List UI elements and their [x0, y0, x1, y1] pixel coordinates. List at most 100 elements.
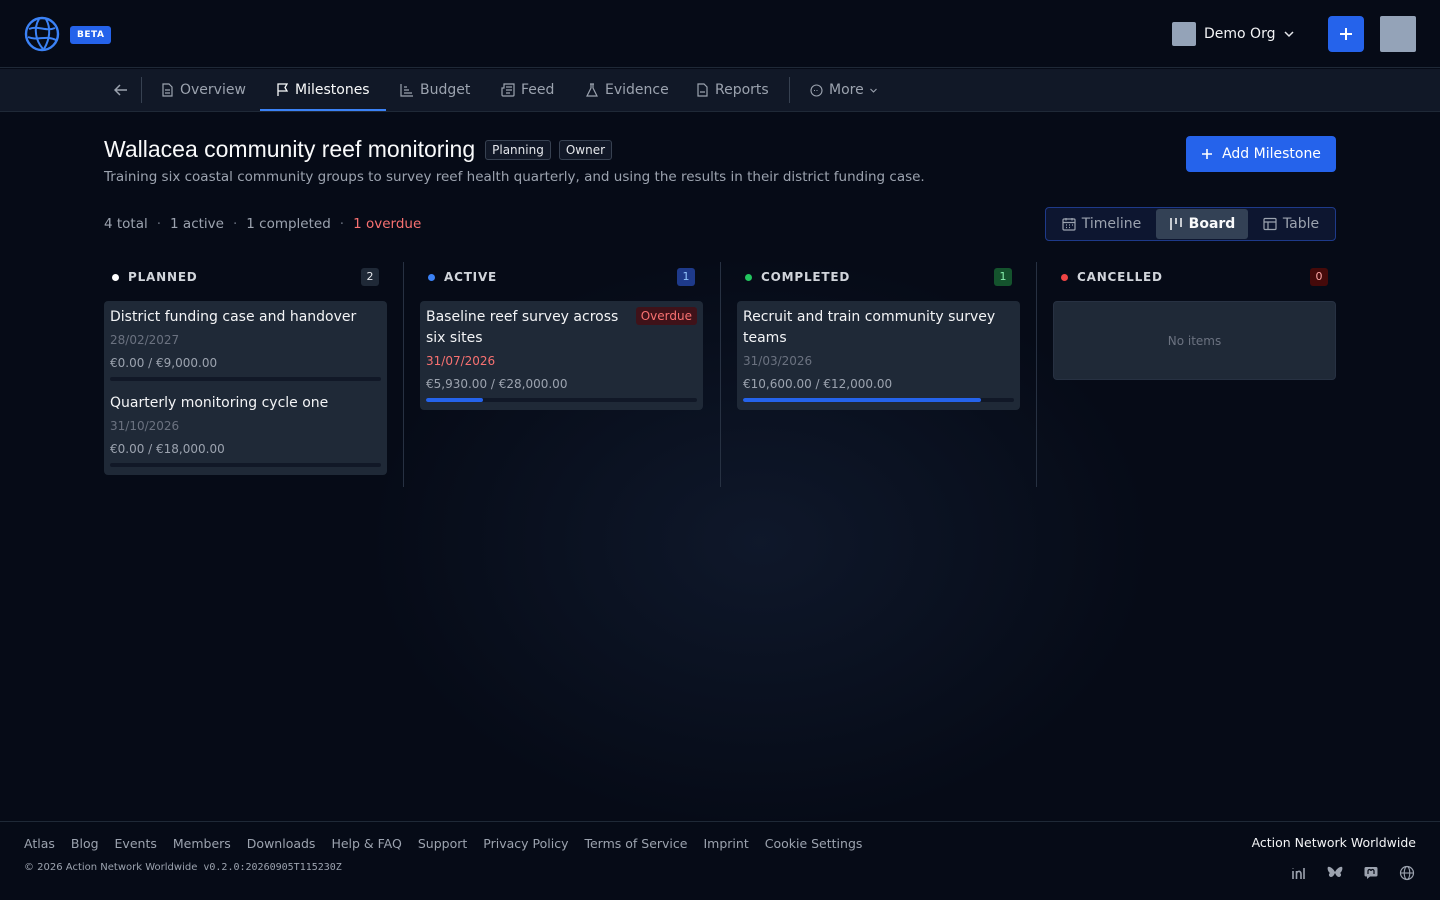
add-milestone-button[interactable]: Add Milestone: [1186, 136, 1336, 172]
tab-label: Overview: [180, 82, 246, 98]
column-title: ACTIVE: [444, 270, 498, 284]
footer-link-events[interactable]: Events: [115, 836, 157, 851]
plus-icon: [1340, 28, 1352, 40]
milestone-card[interactable]: Baseline reef survey across six sites Ov…: [420, 301, 703, 406]
column-count-badge: 1: [994, 268, 1012, 286]
org-switcher[interactable]: Demo Org: [1172, 22, 1295, 46]
column-count-badge: 0: [1310, 268, 1328, 286]
view-board-button[interactable]: Board: [1156, 209, 1248, 239]
column-body: Recruit and train community survey teams…: [737, 301, 1020, 410]
footer-link-atlas[interactable]: Atlas: [24, 836, 55, 851]
chevron-down-icon: [1284, 31, 1294, 38]
board-column-active: ACTIVE 1 Baseline reef survey across six…: [420, 262, 703, 410]
milestone-budget: €0.00 / €9,000.00: [110, 356, 218, 370]
milestone-card[interactable]: Quarterly monitoring cycle one 31/10/202…: [104, 385, 387, 471]
milestone-budget: €10,600.00 / €12,000.00: [743, 377, 893, 391]
tab-label: Reports: [715, 82, 769, 98]
org-avatar: [1172, 22, 1196, 46]
footer-link-support[interactable]: Support: [418, 836, 467, 851]
status-badge: Planning: [485, 139, 551, 160]
column-divider: [403, 262, 404, 487]
tab-reports[interactable]: Reports: [696, 69, 769, 111]
view-timeline-button[interactable]: Timeline: [1047, 209, 1156, 239]
copyright-text: © 2026 Action Network Worldwide: [24, 862, 198, 873]
footer-link-members[interactable]: Members: [173, 836, 231, 851]
tab-overview[interactable]: Overview: [161, 69, 246, 111]
linkedin-icon[interactable]: [1290, 864, 1308, 882]
milestone-title: Quarterly monitoring cycle one: [110, 395, 329, 411]
progress-fill: [743, 398, 982, 402]
version-string: v0.2.0:20260905T115230Z: [203, 862, 342, 873]
tab-label: Budget: [420, 82, 471, 98]
column-title: CANCELLED: [1077, 270, 1163, 284]
table-icon: [1263, 217, 1277, 231]
stat-total: 4 total: [104, 216, 148, 232]
progress-bar: [743, 398, 1014, 402]
board-column-planned: PLANNED 2 District funding case and hand…: [104, 262, 387, 475]
footer-link-downloads[interactable]: Downloads: [247, 836, 316, 851]
separator-dot: ·: [339, 216, 345, 232]
column-header: PLANNED 2: [104, 262, 387, 292]
newspaper-icon: [501, 83, 515, 97]
view-board-label: Board: [1188, 216, 1236, 232]
progress-bar: [110, 463, 381, 467]
milestone-title: Recruit and train community survey teams: [743, 309, 996, 346]
status-dot: [112, 273, 119, 281]
footer-link-terms[interactable]: Terms of Service: [584, 836, 687, 851]
flask-icon: [586, 83, 598, 97]
globe-icon[interactable]: [1398, 864, 1416, 882]
nav-divider: [789, 77, 790, 103]
milestone-title: District funding case and handover: [110, 309, 357, 325]
top-bar: BETA Demo Org: [0, 0, 1440, 68]
column-header: CANCELLED 0: [1053, 262, 1336, 292]
milestone-card[interactable]: District funding case and handover 28/02…: [104, 301, 387, 385]
column-divider: [720, 262, 721, 487]
progress-bar: [426, 398, 697, 402]
status-dot: [1061, 273, 1068, 281]
plus-icon: [1202, 149, 1213, 159]
footer-copyright: © 2026 Action Network Worldwide v0.2.0:20…: [24, 862, 342, 873]
org-name: Demo Org: [1204, 26, 1276, 42]
calendar-icon: [1062, 218, 1076, 231]
more-icon: [810, 83, 823, 97]
tab-label: Evidence: [605, 82, 669, 98]
column-body: District funding case and handover 28/02…: [104, 301, 387, 475]
column-divider: [1036, 262, 1037, 487]
milestone-date: 31/03/2026: [743, 354, 813, 368]
chevron-down-icon: [869, 88, 877, 93]
tab-label: More: [829, 82, 864, 98]
bluesky-icon[interactable]: [1326, 864, 1344, 882]
arrow-left-icon: [114, 84, 127, 96]
view-table-label: Table: [1282, 216, 1320, 232]
view-table-button[interactable]: Table: [1248, 209, 1334, 239]
milestone-card[interactable]: Recruit and train community survey teams…: [737, 301, 1020, 406]
user-avatar[interactable]: [1380, 16, 1416, 52]
create-button[interactable]: [1328, 16, 1364, 52]
footer-link-blog[interactable]: Blog: [71, 836, 99, 851]
status-dot: [745, 273, 752, 281]
tab-feed[interactable]: Feed: [501, 69, 554, 111]
kanban-icon: [1169, 218, 1182, 230]
footer-link-cookies[interactable]: Cookie Settings: [765, 836, 863, 851]
tab-label: Feed: [521, 82, 555, 98]
tab-milestones[interactable]: Milestones: [260, 69, 386, 111]
board-column-completed: COMPLETED 1 Recruit and train community …: [737, 262, 1020, 410]
back-button[interactable]: [108, 79, 134, 101]
tab-more[interactable]: More: [810, 69, 884, 111]
tab-label: Milestones: [295, 82, 370, 98]
progress-bar: [110, 377, 381, 381]
tab-evidence[interactable]: Evidence: [585, 69, 669, 111]
tab-budget[interactable]: Budget: [400, 69, 470, 111]
footer-link-help[interactable]: Help & FAQ: [331, 836, 401, 851]
board-column-cancelled: CANCELLED 0 No items: [1053, 262, 1336, 380]
beta-badge: BETA: [70, 26, 112, 44]
project-header: Wallacea community reef monitoring Plann…: [104, 136, 613, 163]
footer-link-privacy[interactable]: Privacy Policy: [483, 836, 568, 851]
flag-icon: [277, 83, 289, 96]
column-header: ACTIVE 1: [420, 262, 703, 292]
mastodon-icon[interactable]: [1362, 864, 1380, 882]
globe-logo-icon[interactable]: [24, 16, 60, 52]
footer-link-imprint[interactable]: Imprint: [703, 836, 748, 851]
view-toggle: Timeline Board Table: [1045, 207, 1336, 241]
footer-brand: Action Network Worldwide: [1251, 835, 1416, 850]
